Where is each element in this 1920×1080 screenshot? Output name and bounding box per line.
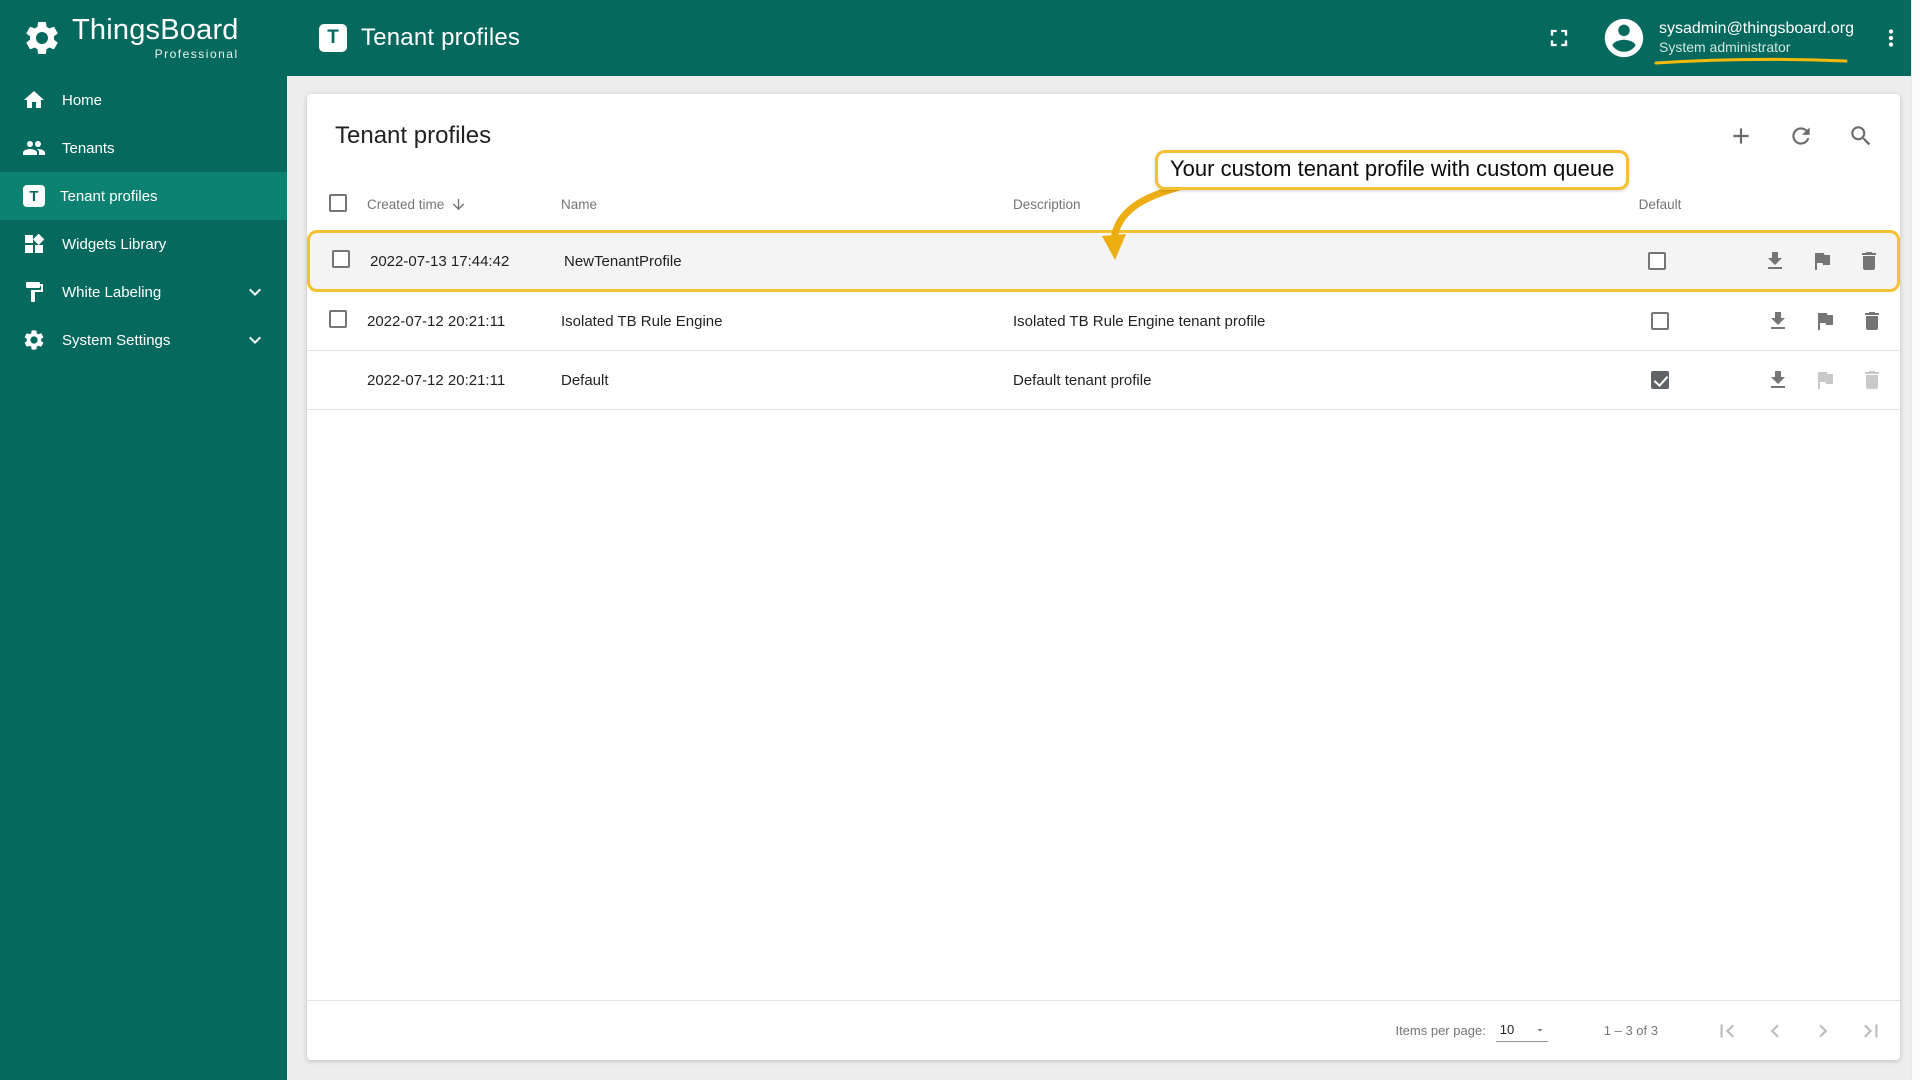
scrollbar[interactable] <box>1911 0 1920 1080</box>
prev-page-icon[interactable] <box>1762 1018 1788 1044</box>
account-circle-icon[interactable] <box>1601 15 1647 61</box>
table-row[interactable]: 2022-07-12 20:21:11 Default Default tena… <box>307 351 1900 410</box>
items-per-page-label: Items per page: <box>1395 1023 1486 1038</box>
sort-desc-icon <box>453 198 465 210</box>
fullscreen-icon[interactable] <box>1545 24 1573 52</box>
cell-description: Default tenant profile <box>1013 371 1152 389</box>
paint-icon <box>26 282 43 302</box>
dropdown-caret-icon <box>1537 1028 1543 1031</box>
content-area: Tenant profiles Created time Name Descri… <box>287 76 1920 1080</box>
flag-icon[interactable] <box>1810 249 1834 273</box>
widgets-icon <box>25 233 45 253</box>
column-header-name[interactable]: Name <box>561 197 1013 212</box>
cell-created-time: 2022-07-12 20:21:11 <box>367 371 506 389</box>
tenant-profile-badge-icon: T <box>23 185 45 207</box>
sidebar-item-label: Tenants <box>62 139 115 157</box>
flag-icon[interactable] <box>1813 309 1837 333</box>
table-toolbar <box>1728 123 1874 149</box>
brand-logo: ThingsBoard Professional <box>0 0 287 76</box>
page-title-badge-icon: T <box>319 24 347 52</box>
sidebar-item-tenant-profiles[interactable]: T Tenant profiles <box>0 172 287 220</box>
next-page-icon[interactable] <box>1810 1018 1836 1044</box>
app-root: ThingsBoard Professional Home Tenants T … <box>0 0 1920 1080</box>
sidebar-nav: Home Tenants T Tenant profiles Widgets L… <box>0 76 287 364</box>
row-checkbox[interactable] <box>332 250 350 268</box>
top-bar: T Tenant profiles sysadmin@thingsboard.o… <box>287 0 1920 76</box>
sidebar-item-tenants[interactable]: Tenants <box>0 124 287 172</box>
row-checkbox[interactable] <box>329 310 347 328</box>
sidebar-item-home[interactable]: Home <box>0 76 287 124</box>
refresh-icon[interactable] <box>1788 123 1814 149</box>
annotation-callout: Your custom tenant profile with custom q… <box>1155 150 1630 190</box>
card-title: Tenant profiles <box>335 122 492 149</box>
add-icon[interactable] <box>1728 123 1754 149</box>
sidebar-item-widgets-library[interactable]: Widgets Library <box>0 220 287 268</box>
column-header-default[interactable]: Default <box>1600 197 1720 212</box>
sidebar: ThingsBoard Professional Home Tenants T … <box>0 0 287 1080</box>
cell-name: Default <box>561 371 609 389</box>
home-icon <box>24 91 44 108</box>
sidebar-item-label: White Labeling <box>62 283 162 301</box>
download-icon[interactable] <box>1766 368 1790 392</box>
default-checkbox[interactable] <box>1648 252 1666 270</box>
table-row[interactable]: 2022-07-13 17:44:42 NewTenantProfile <box>307 230 1900 292</box>
select-all-checkbox[interactable] <box>329 193 347 212</box>
cell-description: Isolated TB Rule Engine tenant profile <box>1013 312 1266 330</box>
table-row[interactable]: 2022-07-12 20:21:11 Isolated TB Rule Eng… <box>307 292 1900 351</box>
last-page-icon[interactable] <box>1858 1018 1884 1044</box>
user-email: sysadmin@thingsboard.org <box>1658 20 1854 38</box>
user-role: System administrator <box>1658 39 1791 56</box>
sidebar-item-label: System Settings <box>62 331 171 349</box>
main-area: T Tenant profiles sysadmin@thingsboard.o… <box>287 0 1920 1080</box>
download-icon[interactable] <box>1766 309 1790 333</box>
default-checkbox[interactable] <box>1651 371 1669 389</box>
table-header-row: Created time Name Description Default <box>307 178 1900 230</box>
tenant-profiles-card: Tenant profiles Created time Name Descri… <box>307 94 1900 1060</box>
flag-icon <box>1818 372 1833 389</box>
chevron-down-icon <box>249 336 261 344</box>
sidebar-item-white-labeling[interactable]: White Labeling <box>0 268 287 316</box>
pagination-range: 1 – 3 of 3 <box>1603 1023 1658 1038</box>
default-checkbox[interactable] <box>1651 312 1669 330</box>
sidebar-item-label: Home <box>62 91 103 109</box>
chevron-down-icon <box>249 288 261 296</box>
brand-subtitle: Professional <box>154 47 239 61</box>
sidebar-item-system-settings[interactable]: System Settings <box>0 316 287 364</box>
people-icon <box>23 141 45 155</box>
delete-icon[interactable] <box>1857 249 1881 273</box>
items-per-page-select[interactable]: 10 <box>1495 1019 1548 1042</box>
page-title: Tenant profiles <box>361 24 521 51</box>
brand-name: ThingsBoard <box>72 14 239 46</box>
delete-icon[interactable] <box>1860 309 1884 333</box>
first-page-icon[interactable] <box>1714 1018 1740 1044</box>
delete-icon <box>1865 371 1879 389</box>
user-info[interactable]: sysadmin@thingsboard.org System administ… <box>1654 19 1854 65</box>
search-icon[interactable] <box>1848 123 1874 149</box>
cell-created-time: 2022-07-12 20:21:11 <box>367 312 506 330</box>
cell-name: NewTenantProfile <box>564 252 682 270</box>
more-vert-icon[interactable] <box>1878 25 1904 51</box>
sidebar-item-label: Tenant profiles <box>60 187 158 205</box>
annotation-underline <box>1654 57 1848 65</box>
sidebar-item-label: Widgets Library <box>62 235 167 253</box>
thingsboard-logo-icon <box>26 22 58 54</box>
cell-created-time: 2022-07-13 17:44:42 <box>370 252 510 270</box>
gear-icon <box>24 330 44 350</box>
download-icon[interactable] <box>1763 249 1787 273</box>
column-header-created-time[interactable]: Created time <box>367 196 561 213</box>
pagination-bar: Items per page: 10 1 – 3 of 3 <box>307 1000 1900 1060</box>
cell-name: Isolated TB Rule Engine <box>561 312 723 330</box>
column-header-description[interactable]: Description <box>1013 197 1600 212</box>
